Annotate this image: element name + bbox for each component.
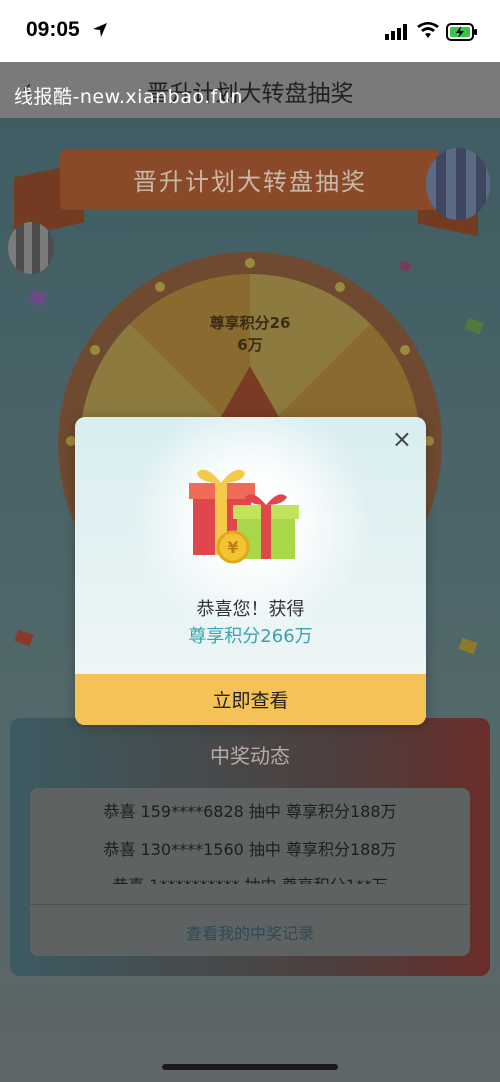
wheel-light (245, 258, 255, 268)
wheel-light (90, 345, 100, 355)
my-prize-records-link[interactable]: 查看我的中奖记录 (30, 920, 470, 944)
hot-air-balloon-left (8, 222, 54, 274)
hot-air-balloon-right (426, 148, 490, 220)
prize-modal: × ¥ 恭喜您！获得 尊享积分266万 立即查看 (75, 417, 426, 725)
watermark-text: 线报酷-new.xianbao.fun (14, 86, 243, 108)
wheel-light (335, 282, 345, 292)
list-item: 恭喜 1********** 抽中 尊享积分1**万 (30, 872, 470, 884)
wifi-icon (417, 22, 439, 38)
gift-icon: ¥ (189, 469, 299, 564)
battery-charging-icon (446, 23, 477, 41)
coin-yen-icon: ¥ (216, 530, 250, 564)
winners-title: 中奖动态 (210, 744, 290, 768)
list-item: 恭喜 159****6828 抽中 尊享积分188万 (103, 802, 397, 821)
close-icon[interactable]: × (392, 427, 412, 451)
svg-text:¥: ¥ (227, 538, 238, 557)
wheel-light (400, 345, 410, 355)
home-indicator (162, 1064, 338, 1070)
list-item: 恭喜 130****1560 抽中 尊享积分188万 (103, 840, 397, 859)
wheel-prize-label: 尊享积分26 6万 (190, 312, 310, 356)
congrats-text: 恭喜您！获得 (196, 599, 305, 620)
status-bar: 09:05 (0, 0, 500, 62)
divider (30, 904, 470, 905)
view-now-button[interactable]: 立即查看 (75, 674, 426, 725)
banner-title: 晋升计划大转盘抽奖 (133, 168, 367, 196)
wheel-prize-label-line2: 6万 (237, 336, 263, 354)
prize-amount-text: 尊享积分266万 (188, 626, 313, 647)
signal-icon (385, 24, 407, 40)
location-arrow-icon (93, 23, 107, 37)
wheel-light (155, 282, 165, 292)
wheel-prize-label-line1: 尊享积分26 (209, 314, 291, 332)
status-time: 09:05 (26, 18, 80, 41)
